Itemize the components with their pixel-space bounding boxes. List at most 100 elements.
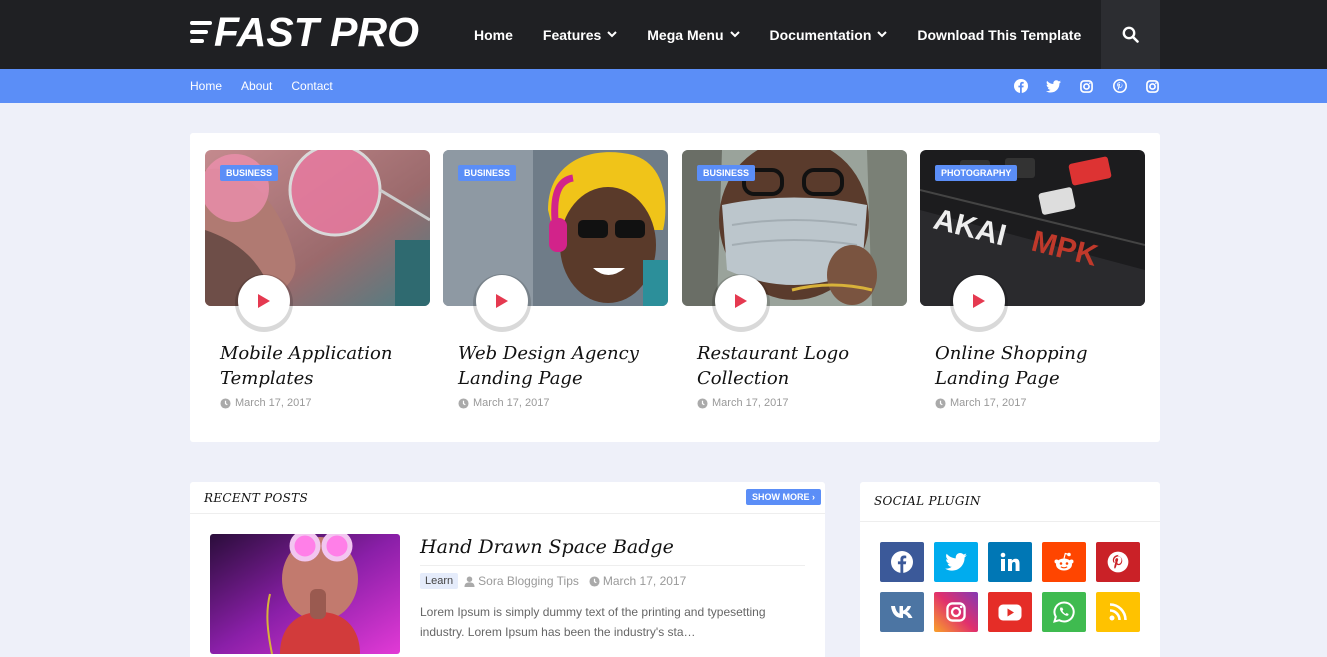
facebook-icon[interactable] [1013,79,1028,94]
recent-posts-widget: RECENT POSTS SHOW MORE › Hand Drawn Spac… [190,482,825,657]
whatsapp-icon [1053,601,1075,623]
post-date-text: March 17, 2017 [602,574,687,588]
play-button[interactable] [715,275,767,327]
nav-home[interactable]: Home [474,27,513,43]
featured-card[interactable]: BUSINESS Restaurant Logo Collection Marc… [682,150,907,409]
divider [420,565,805,566]
post-date: March 17, 2017 [220,397,311,409]
reddit-icon [1054,552,1074,571]
facebook-button[interactable] [880,542,924,582]
instagram-icon [946,602,966,622]
featured-card[interactable]: AKAI MPK PHOTOGRAPHY Online Shopping Lan… [920,150,1145,409]
nav-home-label: Home [474,26,513,43]
nav-download-label: Download This Template [917,26,1082,43]
featured-thumbnail[interactable]: BUSINESS [205,150,430,306]
category-badge[interactable]: PHOTOGRAPHY [935,165,1018,181]
thumbnail-image [210,534,400,654]
pinterest-button[interactable] [1096,542,1140,582]
play-icon [258,294,270,308]
subnav-about[interactable]: About [241,79,272,93]
play-icon [496,294,508,308]
rss-icon [1109,603,1127,621]
twitter-icon[interactable] [1046,79,1061,94]
post-title[interactable]: Hand Drawn Space Badge [420,536,674,558]
nav-download-template[interactable]: Download This Template [917,27,1081,43]
nav-documentation-label: Documentation [769,26,872,43]
featured-posts: BUSINESS Mobile Application Templates Ma… [190,133,1160,442]
search-button[interactable] [1101,0,1160,69]
post-thumbnail[interactable] [210,534,400,654]
post-date-text: March 17, 2017 [235,397,312,409]
clock-icon [589,575,600,587]
instagram-button[interactable] [934,592,978,632]
nav-features[interactable]: Features [543,27,617,43]
whatsapp-button[interactable] [1042,592,1086,632]
post-date-text: March 17, 2017 [712,397,789,409]
featured-thumbnail[interactable]: BUSINESS [682,150,907,306]
rss-button[interactable] [1096,592,1140,632]
social-plugin-header: SOCIAL PLUGIN [860,482,1160,522]
sub-nav: Home About Contact [190,69,352,103]
instagram-icon[interactable] [1145,79,1160,94]
category-badge[interactable]: BUSINESS [458,165,517,181]
play-button[interactable] [953,275,1005,327]
post-author-text: Sora Blogging Tips [478,574,579,588]
featured-title[interactable]: Mobile Application Templates [220,341,430,391]
chevron-down-icon [607,31,617,38]
featured-title[interactable]: Online Shopping Landing Page [935,341,1145,391]
nav-mega-menu[interactable]: Mega Menu [647,26,740,43]
user-icon [464,575,475,587]
linkedin-button[interactable] [988,542,1032,582]
subnav-home[interactable]: Home [190,79,222,93]
play-button[interactable] [238,275,290,327]
post-meta: Learn Sora Blogging Tips March 17, 2017 [420,573,696,589]
play-icon [973,294,985,308]
featured-thumbnail[interactable]: AKAI MPK PHOTOGRAPHY [920,150,1145,306]
post-date: March 17, 2017 [589,574,686,588]
twitter-button[interactable] [934,542,978,582]
top-social-links [1013,69,1178,103]
nav-mega-menu-label: Mega Menu [647,26,724,43]
post-date: March 17, 2017 [458,397,549,409]
post-excerpt: Lorem Ipsum is simply dummy text of the … [420,605,766,639]
reddit-button[interactable] [1042,542,1086,582]
post-tag[interactable]: Learn [420,573,459,589]
top-header: FAST PRO Home Features Mega Menu Documen… [0,0,1327,69]
featured-title[interactable]: Web Design Agency Landing Page [458,341,668,391]
pinterest-icon[interactable] [1112,79,1127,94]
vk-icon [891,606,913,618]
post-date-text: March 17, 2017 [950,397,1027,409]
category-badge[interactable]: BUSINESS [220,165,279,181]
chevron-down-icon [877,31,888,38]
logo-text: FAST PRO [214,9,420,55]
show-more-button[interactable]: SHOW MORE › [746,489,821,505]
recent-posts-header: RECENT POSTS SHOW MORE › [190,482,825,514]
featured-title[interactable]: Restaurant Logo Collection [697,341,907,391]
nav-features-label: Features [542,26,602,43]
facebook-icon [891,551,913,573]
social-plugin-widget: SOCIAL PLUGIN [860,482,1160,657]
vk-button[interactable] [880,592,924,632]
nav-documentation[interactable]: Documentation [770,27,888,43]
site-logo[interactable]: FAST PRO [190,9,420,55]
play-button[interactable] [476,275,528,327]
linkedin-icon [1000,552,1020,571]
post-date-text: March 17, 2017 [473,397,550,409]
main-nav: Home Features Mega Menu Documentation Do… [474,0,1111,69]
category-badge[interactable]: BUSINESS [697,165,756,181]
featured-thumbnail[interactable]: BUSINESS [443,150,668,306]
social-plugin-heading: SOCIAL PLUGIN [874,494,981,508]
recent-posts-heading: RECENT POSTS [204,491,309,505]
instagram-icon[interactable] [1079,79,1094,94]
featured-card[interactable]: BUSINESS Mobile Application Templates Ma… [205,150,430,409]
clock-icon [458,397,469,409]
clock-icon [220,397,231,409]
post-author[interactable]: Sora Blogging Tips [464,574,579,588]
clock-icon [697,397,708,409]
subnav-contact[interactable]: Contact [291,79,332,93]
featured-card[interactable]: BUSINESS Web Design Agency Landing Page … [443,150,668,409]
show-more-label: SHOW MORE [752,492,810,502]
play-icon [735,294,747,308]
youtube-button[interactable] [988,592,1032,632]
sub-nav-bar: Home About Contact [0,69,1327,103]
